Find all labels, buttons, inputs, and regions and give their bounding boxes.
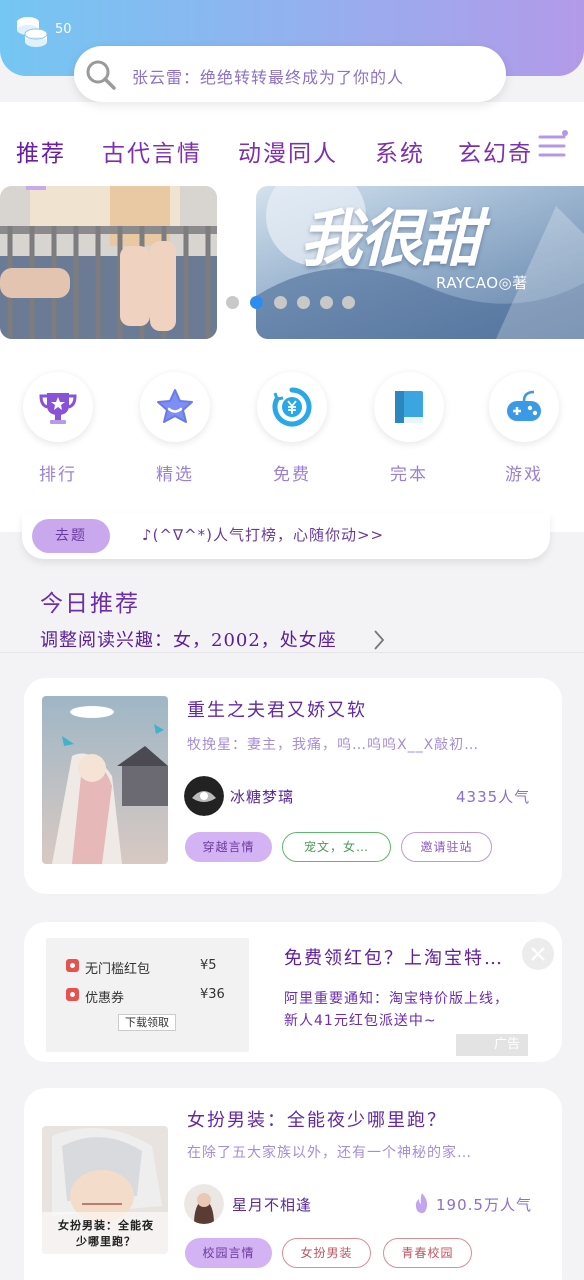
category-featured[interactable]: 精选 [139,372,211,485]
book-tag[interactable]: 女扮男装 [282,1238,371,1268]
featured-icon-circle [140,372,210,442]
yen-icon [272,387,312,427]
banner-left-image [0,186,217,339]
banner-dot[interactable] [297,296,310,309]
topic-text[interactable]: ♪(^∇^*)人气打榜，心随你动>> [142,524,384,545]
banner-left[interactable] [0,186,217,339]
featured-label: 精选 [156,465,194,485]
star-icon [157,389,193,423]
ad-row-label: 优惠券 [85,991,125,1006]
banner-book-title: 我很甜 [300,202,482,275]
banner-dot[interactable] [274,296,287,309]
ad-badge: 广告 [456,1034,528,1056]
gamepad-icon [507,390,541,421]
ad-description[interactable]: 阿里重要通知：淘宝特价版上线，新人41元红包派送中~ [284,988,522,1032]
coins-icon[interactable] [14,12,50,48]
book-description: 在除了五大家族以外，还有一个神秘的家… [187,1145,472,1161]
book-cover[interactable] [42,696,168,864]
reading-interest-link[interactable]: 调整阅读兴趣：女，2002，处女座 [40,626,337,652]
book-card[interactable]: 女扮男装：全能夜少哪里跑？ 女扮男装：全能夜少哪里跑？ 在除了五大家族以外，还有… [24,1088,562,1280]
popularity: 4335人气 [456,788,531,806]
topic-bar[interactable]: 去题 ♪(^∇^*)人气打榜，心随你动>> [22,513,550,559]
completed-label: 完本 [390,465,428,485]
coupon-icon [66,988,79,1001]
banner-dot-active[interactable] [250,296,263,309]
category-tabs: 推荐 古代言情 动漫同人 系统 玄幻奇 [0,128,584,174]
avatar [184,1184,224,1224]
divider [0,652,584,653]
chevron-right-icon[interactable] [372,628,386,652]
author-avatar-image [184,1184,224,1224]
author-name[interactable]: 星月不相逢 [232,1194,312,1215]
trophy-icon [39,393,77,424]
red-envelope-icon [66,959,79,972]
book-title[interactable]: 重生之夫君又娇又软 [187,696,367,722]
ad-row-label: 无门槛红包 [85,962,151,977]
book-tag[interactable]: 穿越言情 [185,832,272,862]
book-tag[interactable]: 宠文，女… [282,832,391,862]
ad-image[interactable]: 无门槛红包 ¥5 优惠券 ¥36 下载领取 [46,938,249,1052]
popularity: 190.5万人气 [436,1196,532,1214]
banner-book-author: RAYCAO◎著 [436,274,528,292]
banner-dot[interactable] [342,296,355,309]
menu-icon[interactable] [532,128,572,164]
book-title[interactable]: 女扮男装：全能夜少哪里跑？ [187,1106,447,1132]
ad-row: 优惠券 ¥36 [66,987,246,1006]
completed-icon-circle [374,372,444,442]
book-cover-image [42,696,168,864]
free-label: 免费 [273,465,311,485]
book-tag[interactable]: 青春校园 [383,1238,472,1268]
search-icon [86,60,116,90]
search-placeholder: 张云雷：绝绝转转最终成为了你的人 [132,68,405,87]
ad-card[interactable]: 无门槛红包 ¥5 优惠券 ¥36 下载领取 免费领红包？上淘宝特… 阿里重要通知… [24,922,562,1062]
ad-row-value: ¥5 [200,958,217,973]
book-cover[interactable]: 女扮男装：全能夜少哪里跑？ [42,1126,168,1254]
tab-ancient-romance[interactable]: 古代言情 [102,134,202,168]
banner-dot[interactable] [320,296,333,309]
category-completed[interactable]: 完本 [373,372,445,485]
ranking-icon-circle [23,372,93,442]
search-bar[interactable]: 张云雷：绝绝转转最终成为了你的人 [74,46,506,102]
topic-tag[interactable]: 去题 [32,519,110,553]
banner-dot[interactable] [226,296,239,309]
banner-right[interactable]: 我很甜 RAYCAO◎著 [256,186,584,339]
book-tag[interactable]: 邀请驻站 [401,832,492,862]
category-ranking[interactable]: 排行 [22,372,94,485]
tab-anime-fanfic[interactable]: 动漫同人 [238,134,338,168]
free-icon-circle [257,372,327,442]
ad-row: 无门槛红包 ¥5 [66,958,246,977]
coin-count: 50 [55,22,72,37]
avatar [184,776,224,816]
tab-fantasy[interactable]: 玄幻奇 [458,134,533,168]
author-name[interactable]: 冰糖梦璃 [230,786,294,807]
ad-title[interactable]: 免费领红包？上淘宝特… [284,944,504,970]
book-tag[interactable]: 校园言情 [185,1238,272,1268]
close-icon[interactable] [522,938,554,970]
author-avatar-image [184,776,224,816]
cover-title-text: 女扮男装：全能夜少哪里跑？ [58,1219,154,1248]
tab-system[interactable]: 系统 [375,134,425,168]
app-home: 50 张云雷：绝绝转转最终成为了你的人 推荐 古代言情 动漫同人 系统 玄幻奇 [0,0,584,1280]
category-free[interactable]: 免费 [256,372,328,485]
ad-row-value: ¥36 [200,987,225,1002]
games-icon-circle [489,372,559,442]
category-games[interactable]: 游戏 [488,372,560,485]
book-card[interactable]: 重生之夫君又娇又软 牧挽星：妻主，我痛，呜…呜呜X__X敲初… 冰糖梦璃 433… [24,678,562,894]
flame-icon [415,1193,428,1213]
ranking-label: 排行 [39,465,77,485]
tab-recommend[interactable]: 推荐 [16,134,66,168]
book-description: 牧挽星：妻主，我痛，呜…呜呜X__X敲初… [187,737,480,753]
book-icon [395,391,423,423]
today-recommend-title: 今日推荐 [40,591,140,617]
games-label: 游戏 [505,465,543,485]
ad-download-button[interactable]: 下载领取 [118,1014,176,1031]
